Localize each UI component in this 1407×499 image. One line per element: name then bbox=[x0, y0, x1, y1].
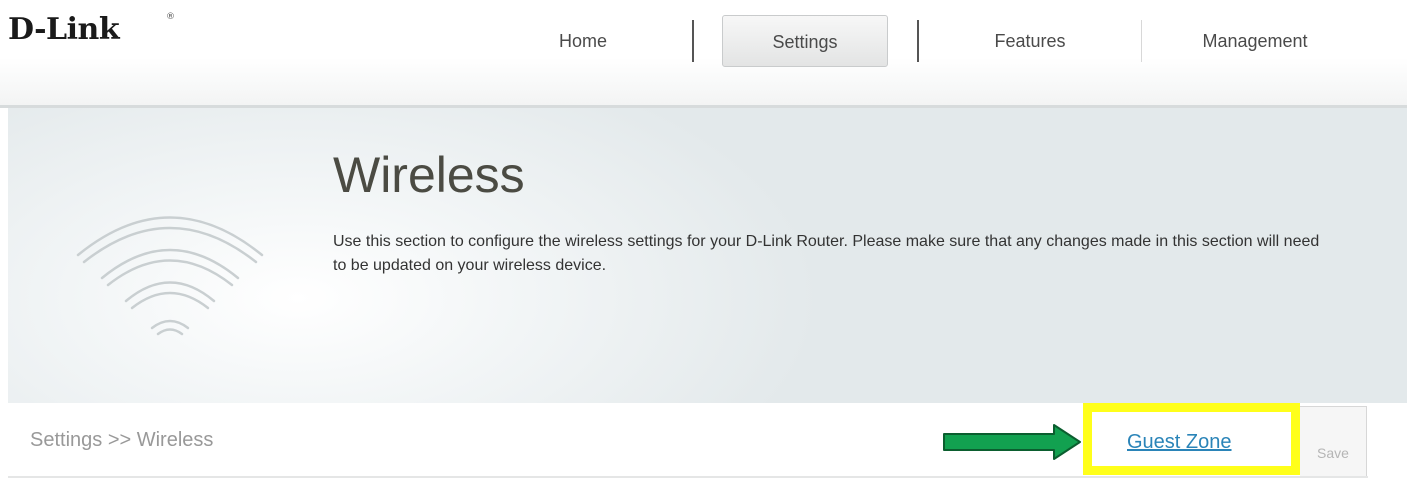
registered-mark: ® bbox=[166, 12, 175, 22]
guest-zone-link[interactable]: Guest Zone bbox=[1127, 431, 1232, 454]
nav-tab-settings[interactable]: Settings bbox=[722, 15, 888, 67]
dlink-logo[interactable]: D-Link bbox=[8, 12, 120, 47]
page-title: Wireless bbox=[333, 147, 525, 203]
divider bbox=[8, 476, 1368, 478]
breadcrumb-bar: Settings >> Wireless Guest Zone Save bbox=[0, 403, 1407, 479]
right-arrow-icon bbox=[943, 424, 1081, 460]
section-banner: Wireless Use this section to configure t… bbox=[8, 108, 1407, 403]
nav-tab-management[interactable]: Management bbox=[1170, 15, 1340, 67]
page-description: Use this section to configure the wirele… bbox=[333, 233, 1320, 274]
nav-divider bbox=[917, 20, 919, 62]
wifi-icon bbox=[76, 216, 264, 336]
breadcrumb: Settings >> Wireless bbox=[30, 429, 214, 451]
nav-tab-features[interactable]: Features bbox=[960, 15, 1100, 67]
save-button[interactable]: Save bbox=[1300, 406, 1367, 476]
nav-divider bbox=[692, 20, 694, 62]
nav-divider bbox=[1141, 20, 1142, 62]
nav-tab-home[interactable]: Home bbox=[528, 15, 638, 67]
top-navigation-bar: D-Link ® Home Settings Features Manageme… bbox=[0, 0, 1407, 108]
